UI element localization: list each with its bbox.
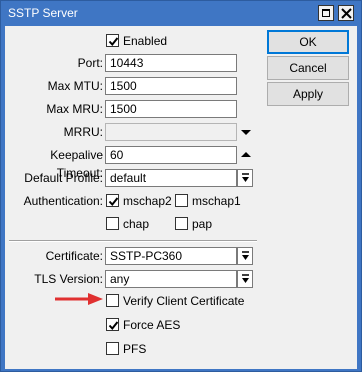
pap-checkbox[interactable] xyxy=(175,217,188,230)
port-input[interactable]: 10443 xyxy=(105,54,237,72)
keepalive-collapse-icon[interactable] xyxy=(238,146,254,164)
port-label: Port: xyxy=(77,56,103,70)
pap-label: pap xyxy=(192,217,213,231)
default-profile-label: Default Profile: xyxy=(24,171,103,185)
keepalive-input[interactable]: 60 xyxy=(105,146,237,164)
max-mtu-input[interactable]: 1500 xyxy=(105,77,237,95)
apply-button[interactable]: Apply xyxy=(267,82,349,106)
force-aes-label: Force AES xyxy=(123,318,181,332)
chap-checkbox[interactable] xyxy=(106,217,119,230)
certificate-select[interactable]: SSTP-PC360 xyxy=(105,247,237,265)
max-mru-input[interactable]: 1500 xyxy=(105,100,237,118)
tls-version-select[interactable]: any xyxy=(105,270,237,288)
red-arrow-icon xyxy=(55,293,103,305)
dialog-body: Enabled Port: 10443 Max MTU: 1500 Max MR… xyxy=(5,26,357,369)
verify-client-certificate-label: Verify Client Certificate xyxy=(123,294,245,308)
maximize-icon[interactable] xyxy=(318,5,334,21)
separator xyxy=(9,240,257,242)
certificate-label: Certificate: xyxy=(45,249,103,263)
cancel-button[interactable]: Cancel xyxy=(267,56,349,80)
max-mtu-label: Max MTU: xyxy=(47,79,103,93)
close-icon[interactable] xyxy=(338,5,354,21)
ok-button[interactable]: OK xyxy=(267,30,349,54)
title-bar[interactable]: SSTP Server xyxy=(1,1,361,26)
enabled-label: Enabled xyxy=(123,34,168,48)
certificate-dropdown-icon[interactable] xyxy=(237,247,253,265)
enabled-checkbox[interactable] xyxy=(106,34,119,47)
default-profile-dropdown-icon[interactable] xyxy=(237,169,253,187)
mschap2-label: mschap2 xyxy=(123,194,172,208)
authentication-label: Authentication: xyxy=(23,194,103,208)
mrru-input xyxy=(105,123,237,141)
force-aes-checkbox[interactable] xyxy=(106,318,119,331)
chap-label: chap xyxy=(123,217,150,231)
mrru-expand-icon[interactable] xyxy=(238,123,254,141)
tls-version-label: TLS Version: xyxy=(34,272,103,286)
pfs-label: PFS xyxy=(123,342,147,356)
mschap2-checkbox[interactable] xyxy=(106,194,119,207)
default-profile-select[interactable]: default xyxy=(105,169,237,187)
mrru-label: MRRU: xyxy=(63,125,103,139)
tls-version-dropdown-icon[interactable] xyxy=(237,270,253,288)
mschap1-label: mschap1 xyxy=(192,194,241,208)
sstp-server-window: SSTP Server Enabled Port: 10443 Max MTU:… xyxy=(0,0,362,372)
pfs-checkbox[interactable] xyxy=(106,342,119,355)
window-title: SSTP Server xyxy=(8,6,78,20)
mschap1-checkbox[interactable] xyxy=(175,194,188,207)
max-mru-label: Max MRU: xyxy=(46,102,103,116)
verify-client-certificate-checkbox[interactable] xyxy=(106,294,119,307)
